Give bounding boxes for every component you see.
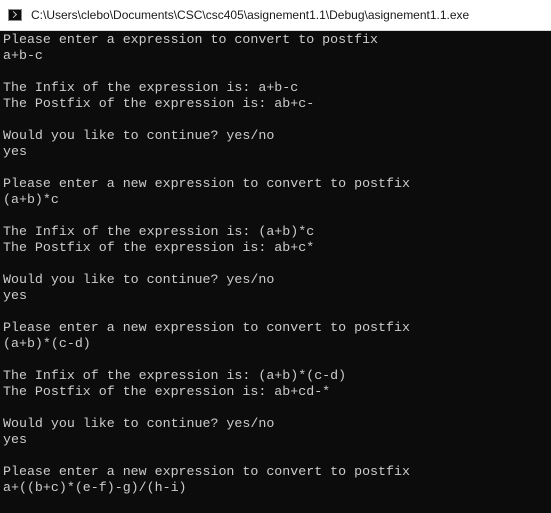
console-line: Would you like to continue? yes/no — [3, 272, 275, 287]
console-lines: Please enter a expression to convert to … — [3, 32, 410, 496]
console-line: The Infix of the expression is: (a+b)*(c… — [3, 368, 347, 383]
console-line: Please enter a new expression to convert… — [3, 176, 410, 191]
console-app-icon[interactable] — [8, 9, 22, 21]
console-line: The Postfix of the expression is: ab+c* — [3, 240, 315, 255]
console-window: C:\Users\clebo\Documents\CSC\csc405\asig… — [0, 0, 551, 513]
title-bar[interactable]: C:\Users\clebo\Documents\CSC\csc405\asig… — [0, 0, 551, 31]
console-line: Would you like to continue? yes/no — [3, 128, 275, 143]
console-line: The Infix of the expression is: a+b-c — [3, 80, 299, 95]
console-line: yes — [3, 288, 27, 303]
console-line: (a+b)*c — [3, 192, 59, 207]
console-line: Please enter a new expression to convert… — [3, 464, 410, 479]
console-line: (a+b)*(c-d) — [3, 336, 91, 351]
console-line: Please enter a new expression to convert… — [3, 320, 410, 335]
console-output-area[interactable]: Please enter a expression to convert to … — [0, 31, 551, 513]
console-line: yes — [3, 144, 27, 159]
console-line: Please enter a expression to convert to … — [3, 32, 379, 47]
console-line: yes — [3, 432, 27, 447]
console-line: Would you like to continue? yes/no — [3, 416, 275, 431]
console-line: The Postfix of the expression is: ab+cd-… — [3, 384, 331, 399]
console-line: a+b-c — [3, 48, 43, 63]
console-line: a+((b+c)*(e-f)-g)/(h-i) — [3, 480, 187, 495]
prompt-glyph — [9, 10, 18, 19]
window-title: C:\Users\clebo\Documents\CSC\csc405\asig… — [31, 8, 470, 22]
console-line: The Postfix of the expression is: ab+c- — [3, 96, 315, 111]
console-line: The Infix of the expression is: (a+b)*c — [3, 224, 315, 239]
